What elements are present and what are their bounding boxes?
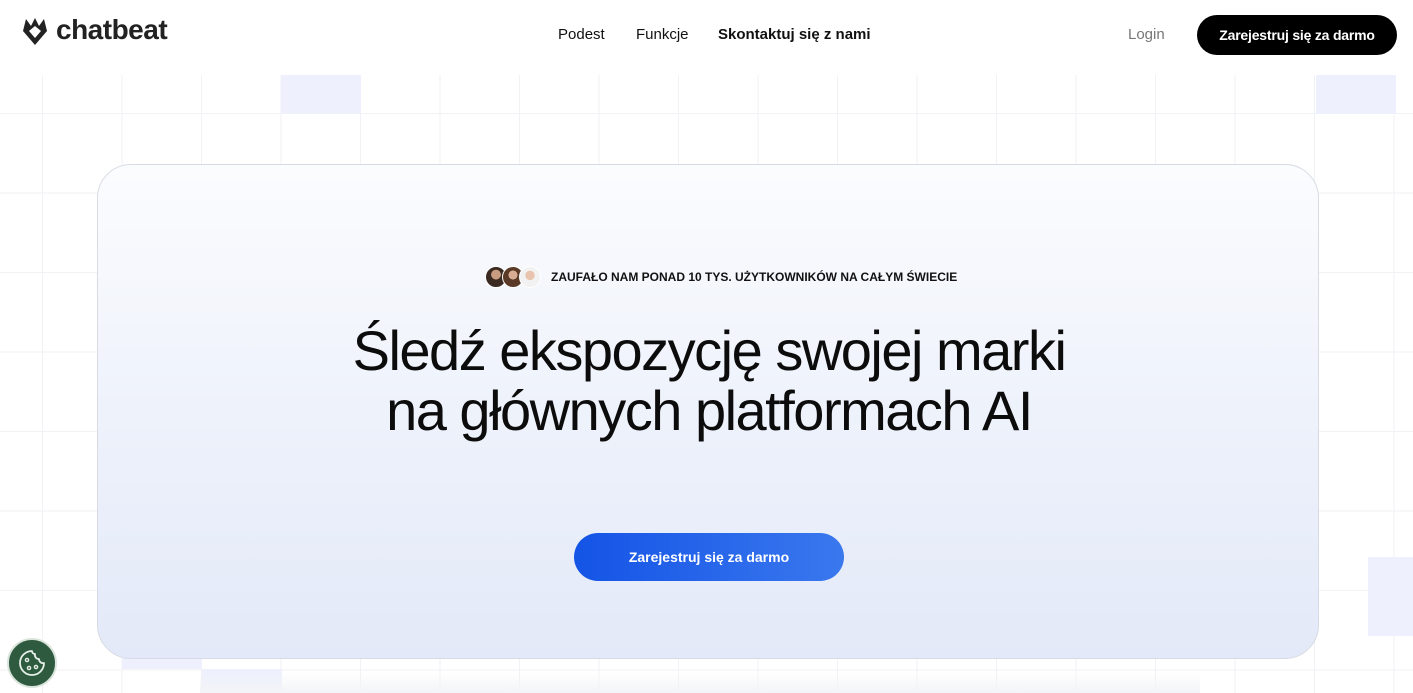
brand-logo[interactable]: chatbeat: [22, 14, 168, 46]
login-link[interactable]: Login: [1128, 25, 1165, 45]
headline-line-1: Śledź ekspozycję swojej marki: [352, 319, 1067, 382]
background-tile: [1316, 75, 1396, 114]
chatbeat-logo-icon: [23, 18, 47, 45]
nav-item-funkcje[interactable]: Funkcje: [636, 25, 689, 45]
nav-item-contact[interactable]: Skontaktuj się z nami: [718, 25, 871, 45]
trust-badge: ZAUFAŁO NAM PONAD 10 TYS. UŻYTKOWNIKÓW N…: [485, 266, 957, 288]
bottom-shade: [200, 672, 1200, 693]
signup-button-hero[interactable]: Zarejestruj się za darmo: [574, 533, 844, 581]
user-avatars: [485, 266, 541, 288]
background-tile: [281, 75, 361, 113]
brand-name: chatbeat: [56, 14, 168, 45]
trust-text: ZAUFAŁO NAM PONAD 10 TYS. UŻYTKOWNIKÓW N…: [551, 270, 958, 284]
hero-headline: Śledź ekspozycję swojej marki na głównyc…: [98, 321, 1320, 441]
hero-card: ZAUFAŁO NAM PONAD 10 TYS. UŻYTKOWNIKÓW N…: [97, 164, 1319, 659]
top-navigation: chatbeat Podest Funkcje Skontaktuj się z…: [0, 0, 1413, 70]
signup-button-header[interactable]: Zarejestruj się za darmo: [1197, 15, 1397, 55]
avatar: [519, 266, 541, 288]
background-tile: [1368, 557, 1413, 636]
cookie-settings-button[interactable]: [7, 638, 57, 688]
cookie-icon: [19, 650, 45, 676]
nav-item-podest[interactable]: Podest: [558, 25, 605, 45]
headline-line-2: na głównych platformach AI: [386, 379, 1033, 442]
